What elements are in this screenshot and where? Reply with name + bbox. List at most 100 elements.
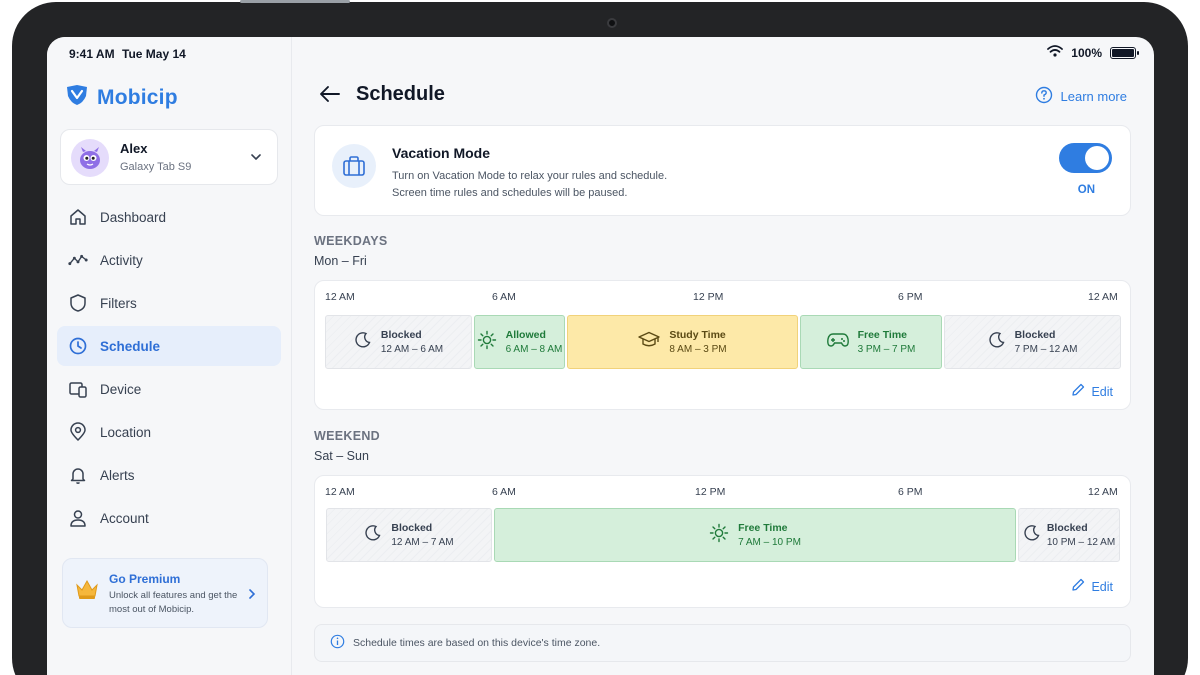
- segment-range: 7 PM – 12 AM: [1014, 344, 1078, 355]
- moon-icon: [354, 331, 372, 354]
- toggle-state-label: ON: [1077, 184, 1095, 196]
- tablet-button: [240, 0, 350, 3]
- profile-selector[interactable]: Alex Galaxy Tab S9: [60, 129, 278, 185]
- weekdays-heading: WEEKDAYS: [314, 234, 388, 248]
- sidebar-item-activity[interactable]: Activity: [57, 240, 281, 280]
- segment-range: 3 PM – 7 PM: [857, 344, 916, 355]
- time-tick: 12 AM: [1088, 291, 1118, 303]
- sidebar-item-schedule[interactable]: Schedule: [57, 326, 281, 366]
- premium-description: Unlock all features and get the most out…: [109, 590, 238, 615]
- weekdays-edit-button[interactable]: Edit: [1071, 383, 1113, 400]
- time-tick: 6 AM: [492, 291, 516, 303]
- segment-label: Free Time: [857, 329, 908, 341]
- weekend-edit-button[interactable]: Edit: [1071, 578, 1113, 595]
- status-icons: 100%: [1047, 45, 1139, 60]
- chevron-down-icon: [249, 150, 263, 169]
- back-arrow-icon[interactable]: [319, 84, 341, 109]
- sidebar-item-label: Account: [100, 510, 149, 526]
- segment-range: 12 AM – 6 AM: [380, 344, 444, 355]
- user-icon: [68, 508, 88, 528]
- screen: 9:41 AM Tue May 14 Mobicip Alex Galaxy T…: [47, 37, 1154, 675]
- vacation-mode-card: Vacation Mode Turn on Vacation Mode to r…: [314, 125, 1131, 216]
- weekend-heading: WEEKEND: [314, 429, 380, 443]
- graduation-cap-icon: [638, 331, 661, 354]
- suitcase-icon: [332, 144, 376, 188]
- edit-label: Edit: [1091, 579, 1113, 594]
- battery-percent: 100%: [1071, 45, 1102, 60]
- sidebar-nav: Dashboard Activity Filters Schedule Devi…: [57, 197, 281, 541]
- sun-icon: [709, 523, 729, 548]
- pencil-icon: [1071, 578, 1085, 595]
- crown-icon: [75, 578, 99, 605]
- vacation-title: Vacation Mode: [392, 145, 491, 161]
- activity-icon: [68, 250, 88, 270]
- status-date: Tue May 14: [122, 47, 186, 61]
- toggle-knob: [1085, 146, 1109, 170]
- front-camera: [607, 18, 617, 28]
- weekdays-timeline: Blocked 12 AM – 6 AM Allowed 6 AM – 8 AM S…: [325, 315, 1121, 369]
- sun-icon: [477, 330, 497, 355]
- schedule-segment[interactable]: Blocked 10 PM – 12 AM: [1018, 508, 1120, 562]
- moon-icon: [988, 331, 1006, 354]
- main-content: 100% Schedule Learn more Vacation Mode T…: [293, 37, 1154, 675]
- moon-icon: [1023, 524, 1041, 547]
- sidebar-item-label: Dashboard: [100, 209, 167, 225]
- weekend-schedule-card: 12 AM 6 AM 12 PM 6 PM 12 AM Blocked 12 AM…: [314, 475, 1131, 608]
- time-tick: 12 AM: [325, 291, 355, 303]
- status-time: 9:41 AM: [69, 47, 115, 61]
- segment-range: 7 AM – 10 PM: [738, 537, 801, 548]
- battery-icon: [1110, 46, 1139, 59]
- weekend-days: Sat – Sun: [314, 449, 369, 463]
- learn-more-link[interactable]: Learn more: [1035, 86, 1127, 107]
- segment-range: 6 AM – 8 AM: [505, 344, 563, 355]
- brand-name: Mobicip: [97, 85, 178, 109]
- sidebar-item-filters[interactable]: Filters: [57, 283, 281, 323]
- sidebar-item-alerts[interactable]: Alerts: [57, 455, 281, 495]
- time-axis: 12 AM 6 AM 12 PM 6 PM 12 AM: [315, 291, 1130, 305]
- time-tick: 6 PM: [898, 291, 923, 303]
- battery-fill: [1112, 48, 1134, 57]
- edit-label: Edit: [1091, 384, 1113, 399]
- sidebar-item-device[interactable]: Device: [57, 369, 281, 409]
- time-tick: 6 PM: [898, 486, 923, 498]
- timezone-note-text: Schedule times are based on this device'…: [353, 637, 601, 649]
- device-icon: [68, 379, 88, 399]
- wifi-icon: [1047, 45, 1064, 60]
- schedule-segment[interactable]: Free Time 7 AM – 10 PM: [494, 508, 1016, 562]
- info-icon: [330, 634, 345, 652]
- segment-label: Allowed: [505, 329, 546, 341]
- time-tick: 12 AM: [1088, 486, 1118, 498]
- sidebar: 9:41 AM Tue May 14 Mobicip Alex Galaxy T…: [47, 37, 292, 675]
- schedule-segment[interactable]: Blocked 12 AM – 6 AM: [325, 315, 472, 369]
- sidebar-item-dashboard[interactable]: Dashboard: [57, 197, 281, 237]
- moon-icon: [364, 524, 382, 547]
- gamepad-icon: [826, 332, 849, 353]
- brand-logo[interactable]: Mobicip: [65, 83, 178, 112]
- chevron-right-icon: [247, 587, 257, 605]
- segment-label: Free Time: [738, 522, 788, 534]
- segment-range: 10 PM – 12 AM: [1046, 537, 1116, 548]
- segment-label: Blocked: [1046, 522, 1088, 534]
- schedule-segment[interactable]: Free Time 3 PM – 7 PM: [800, 315, 942, 369]
- segment-range: 12 AM – 7 AM: [391, 537, 454, 548]
- schedule-segment[interactable]: Study Time 8 AM – 3 PM: [567, 315, 798, 369]
- profile-name: Alex: [120, 141, 148, 156]
- home-icon: [68, 207, 88, 227]
- segment-range: 8 AM – 3 PM: [669, 344, 727, 355]
- mobicip-logo-icon: [65, 83, 89, 112]
- weekdays-days: Mon – Fri: [314, 254, 367, 268]
- schedule-segment[interactable]: Blocked 12 AM – 7 AM: [326, 508, 492, 562]
- schedule-segment[interactable]: Blocked 7 PM – 12 AM: [944, 315, 1121, 369]
- time-tick: 12 PM: [695, 486, 726, 498]
- schedule-segment[interactable]: Allowed 6 AM – 8 AM: [474, 315, 565, 369]
- learn-more-label: Learn more: [1060, 89, 1127, 104]
- time-tick: 12 PM: [693, 291, 724, 303]
- sidebar-item-label: Alerts: [100, 467, 135, 483]
- sidebar-item-location[interactable]: Location: [57, 412, 281, 452]
- avatar: [71, 139, 109, 177]
- weekend-timeline: Blocked 12 AM – 7 AM Free Time 7 AM – 10 P…: [326, 508, 1122, 562]
- vacation-description-line2: Screen time rules and schedules will be …: [392, 186, 628, 199]
- vacation-mode-toggle[interactable]: [1059, 143, 1112, 173]
- sidebar-item-account[interactable]: Account: [57, 498, 281, 538]
- go-premium-card[interactable]: Go Premium Unlock all features and get t…: [62, 558, 268, 628]
